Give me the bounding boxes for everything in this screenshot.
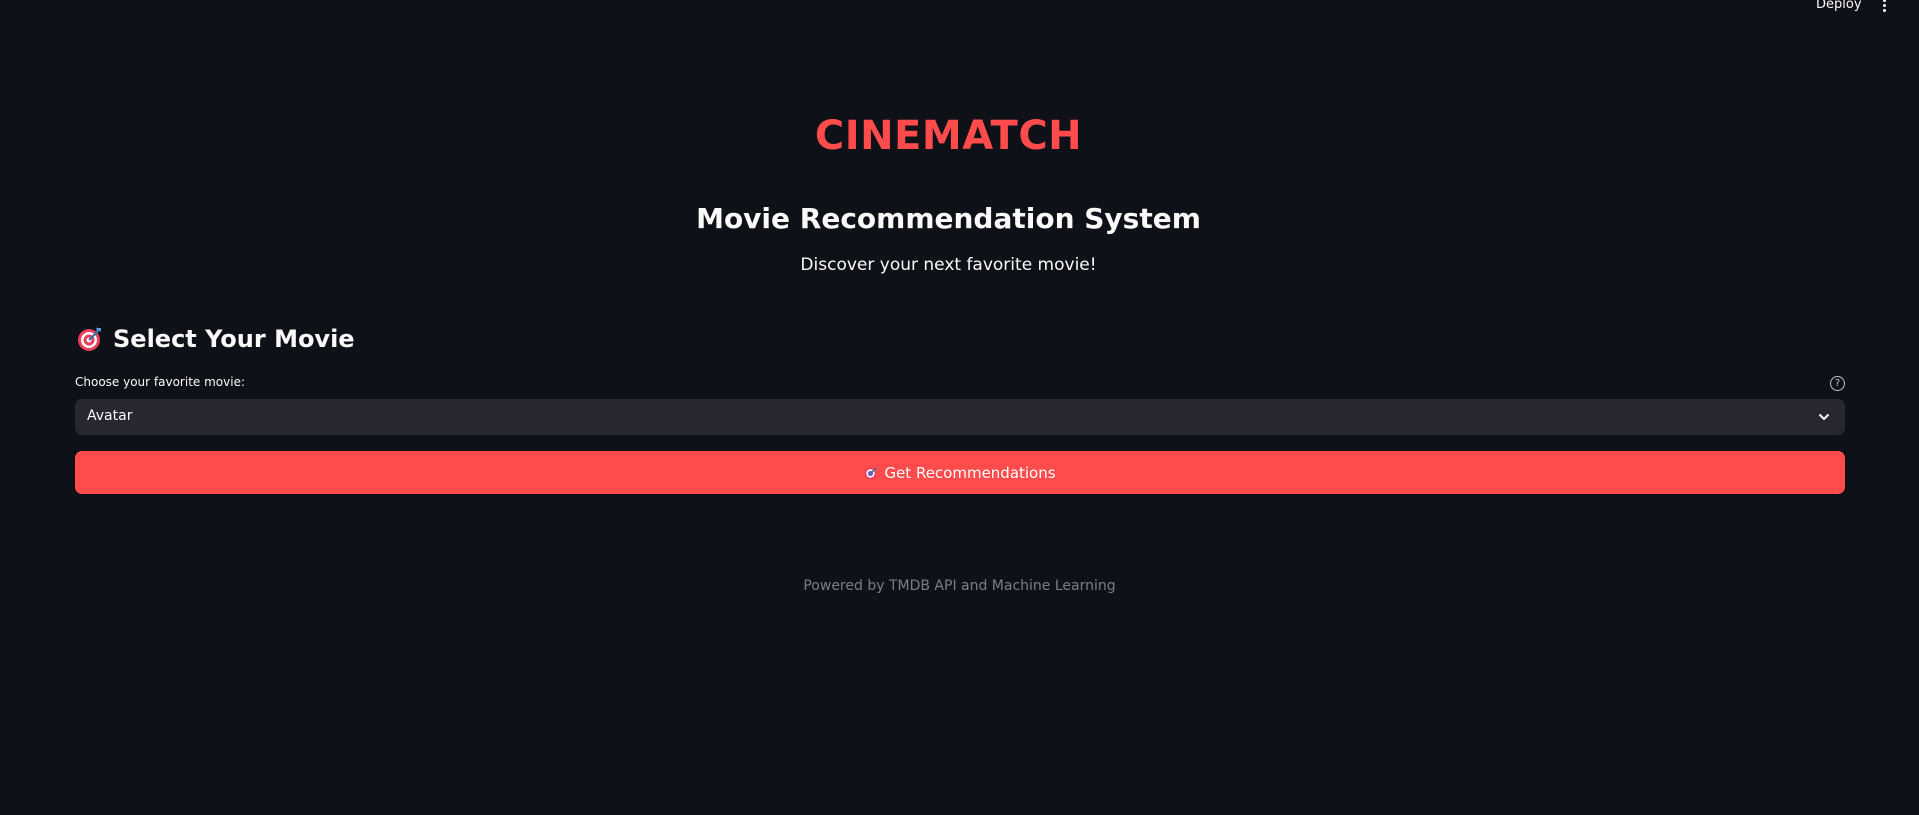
footer-credit: Powered by TMDB API and Machine Learning bbox=[803, 578, 1116, 594]
target-icon bbox=[864, 467, 877, 479]
chevron-down-icon bbox=[1819, 414, 1829, 420]
top-toolbar: Deploy bbox=[0, 0, 1919, 14]
page-subtitle: Movie Recommendation System bbox=[696, 202, 1201, 235]
get-recommendations-label: Get Recommendations bbox=[884, 463, 1056, 482]
movie-select-label: Choose your favorite movie: bbox=[75, 375, 245, 389]
target-icon bbox=[78, 327, 101, 351]
app-title: CINEMATCH bbox=[814, 113, 1083, 159]
section-header: Select Your Movie bbox=[77, 325, 355, 353]
kebab-menu-icon[interactable] bbox=[1880, 0, 1890, 12]
deploy-button[interactable]: Deploy bbox=[1816, 0, 1862, 12]
movie-select-value: Avatar bbox=[87, 408, 133, 424]
movie-select[interactable]: Avatar bbox=[75, 399, 1845, 435]
section-title: Select Your Movie bbox=[113, 325, 355, 353]
question-circle-icon[interactable]: ? bbox=[1830, 376, 1845, 391]
get-recommendations-button[interactable]: Get Recommendations bbox=[75, 451, 1845, 494]
tagline: Discover your next favorite movie! bbox=[800, 255, 1097, 275]
